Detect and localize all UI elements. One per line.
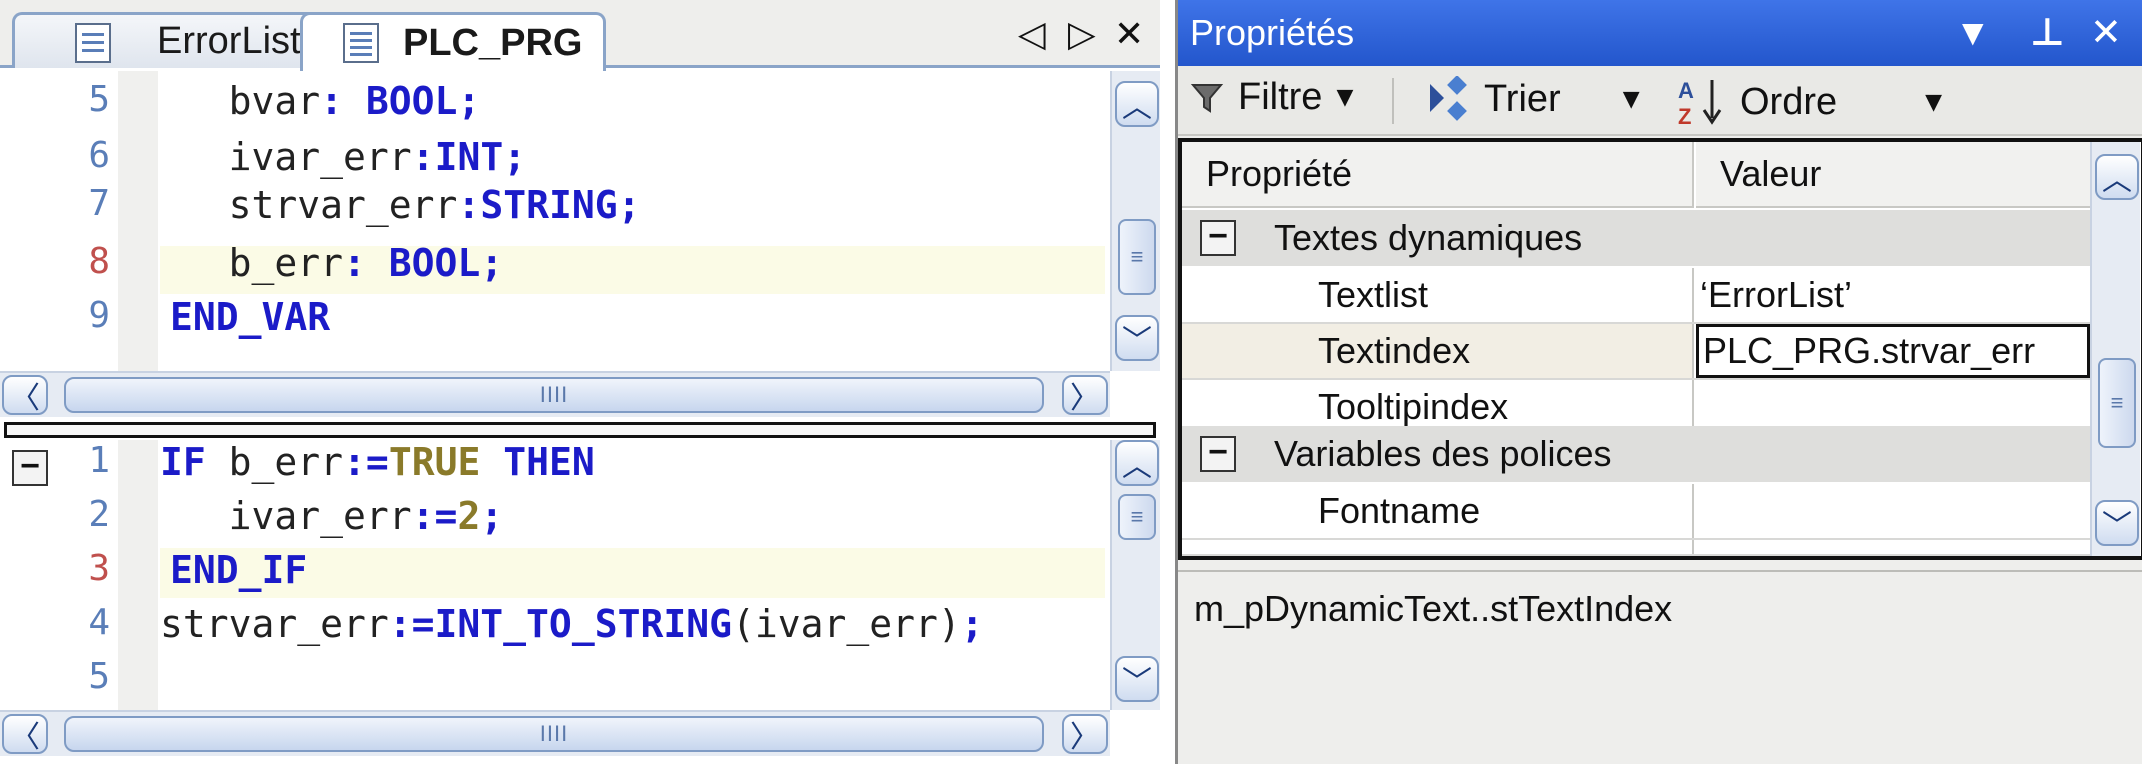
code-line: strvar_err:=INT_TO_STRING(ivar_err); [160,602,984,646]
code-line: b_err: BOOL; [228,241,504,285]
column-header-property[interactable]: Propriété [1182,142,1694,208]
code-line: bvar: BOOL; [228,79,481,123]
horizontal-scrollbar[interactable]: 〈 IIII 〉 [0,371,1110,417]
code-line: ivar_err:=2; [160,494,504,538]
line-number: 5 [88,656,110,697]
filter-icon [1190,83,1224,113]
properties-toolbar: Filtre ▼ Trier ▼ AZ Ordre ▼ [1178,66,2142,136]
property-row[interactable]: Textlist ‘ErrorList’ [1182,268,2090,324]
line-number: 9 [88,295,110,336]
order-button[interactable]: AZ Ordre ▼ [1676,76,1942,128]
sort-alphabetical-icon: AZ [1678,78,1722,128]
property-description: m_pDynamicText..stTextIndex [1194,588,1673,629]
tab-label: PLC_PRG [403,21,583,64]
property-name [1182,540,1694,554]
vertical-scrollbar[interactable]: ︿ ≡ ﹀ [1110,440,1160,710]
scrollbar-thumb[interactable]: ≡ [1118,494,1156,540]
chevron-down-icon: ▼ [1925,89,1943,115]
property-row[interactable]: Textindex PLC_PRG.strvar_err [1182,324,2090,380]
scroll-down-icon[interactable]: ﹀ [1115,656,1159,702]
tab-errorlist[interactable]: ErrorList [12,12,322,68]
svg-text:A: A [1678,78,1694,103]
line-number: 6 [88,135,110,176]
category-row[interactable]: − Textes dynamiques [1182,210,2090,266]
scrollbar-thumb[interactable]: ≡ [2098,358,2136,448]
sort-categorized-icon [1430,76,1467,121]
scrollbar-thumb[interactable]: IIII [64,377,1044,413]
triangle-right-icon[interactable]: ▷ [1068,14,1096,55]
line-number: 2 [88,494,110,535]
close-icon[interactable]: ✕ [2090,10,2122,54]
property-name: Textindex [1182,324,1694,378]
scroll-up-icon[interactable]: ︿ [1115,81,1159,127]
code-line: END_VAR [170,295,331,339]
textlist-icon [75,23,111,63]
line-number: 7 [88,183,110,224]
code-line: strvar_err:STRING; [228,183,641,227]
property-value-input[interactable]: PLC_PRG.strvar_err [1696,324,2090,378]
order-label: Ordre [1740,80,1838,123]
properties-title-bar: Propriétés ▼ ⊥ ✕ [1178,0,2142,66]
property-value[interactable]: ‘ErrorList’ [1696,268,2090,322]
collapse-icon[interactable]: − [1200,435,1236,472]
category-label: Textes dynamiques [1274,217,1583,258]
scroll-up-icon[interactable]: ︿ [1115,440,1159,486]
scrollbar-thumb[interactable]: ≡ [1118,219,1156,295]
property-name: Textlist [1182,268,1694,322]
code-editor-pane: ErrorList PLC_PRG ◁ ▷ ✕ 5 6 7 8 9 bvar: … [0,0,1160,764]
line-number: 1 [88,440,110,481]
scrollbar-thumb[interactable]: IIII [64,716,1044,752]
properties-pane: Propriétés ▼ ⊥ ✕ Filtre ▼ Trier ▼ AZ Ord… [1175,0,2142,764]
category-row[interactable]: − Variables des polices [1182,426,2090,482]
triangle-left-icon[interactable]: ◁ [1018,14,1046,55]
tab-plc-prg[interactable]: PLC_PRG [300,12,606,71]
close-icon[interactable]: ✕ [1114,14,1144,55]
line-number: 4 [88,602,110,643]
vertical-scrollbar[interactable]: ︿ ≡ ﹀ [2090,142,2140,556]
vertical-scrollbar[interactable]: ︿ ≡ ﹀ [1110,71,1160,371]
property-row[interactable]: Fontname [1182,484,2090,540]
editor-tab-bar: ErrorList PLC_PRG ◁ ▷ ✕ [0,0,1160,71]
line-number: 5 [88,79,110,120]
scroll-up-icon[interactable]: ︿ [2095,154,2139,200]
category-label: Variables des polices [1274,433,1612,474]
program-document-icon [343,23,379,63]
tab-label: ErrorList [157,20,301,62]
implementation-editor[interactable]: − 1 2 3 4 5 IF b_err:=TRUE THEN ivar_err… [0,440,1110,710]
chevron-down-icon: ▼ [1336,85,1354,110]
line-number: 8 [88,241,110,282]
declaration-editor[interactable]: 5 6 7 8 9 bvar: BOOL; ivar_err:INT; strv… [0,71,1110,371]
line-number: 3 [88,548,110,589]
property-row [1182,540,2090,556]
svg-text:Z: Z [1678,104,1691,128]
column-header-value[interactable]: Valeur [1696,142,2090,208]
sort-button[interactable]: Trier ▼ [1426,76,1640,122]
code-line: ivar_err:INT; [228,135,527,179]
filter-label: Filtre [1238,76,1323,118]
property-grid: Propriété Valeur − Textes dynamiques Tex… [1178,138,2142,560]
scroll-right-icon[interactable]: 〉 [1062,375,1108,416]
scroll-left-icon[interactable]: 〈 [2,714,48,755]
property-name: Fontname [1182,484,1694,538]
property-description-panel: m_pDynamicText..stTextIndex [1178,570,2142,764]
sort-label: Trier [1484,77,1561,120]
pin-icon[interactable]: ⊥ [2030,10,2065,54]
gutter-margin [118,440,158,710]
collapse-icon[interactable]: − [1200,219,1236,256]
gutter-margin [118,71,158,371]
property-value[interactable] [1696,484,2090,538]
scroll-down-icon[interactable]: ﹀ [2095,500,2139,546]
code-line: END_IF [170,548,308,592]
dropdown-icon[interactable]: ▼ [1962,16,1984,49]
toolbar-separator [1392,78,1394,124]
pane-title: Propriétés [1190,12,1355,53]
chevron-down-icon: ▼ [1622,86,1640,112]
scroll-right-icon[interactable]: 〉 [1062,714,1108,755]
editor-splitter[interactable] [4,422,1156,438]
scroll-down-icon[interactable]: ﹀ [1115,315,1159,361]
filter-button[interactable]: Filtre ▼ [1190,76,1353,119]
horizontal-scrollbar[interactable]: 〈 IIII 〉 [0,710,1110,756]
code-line: IF b_err:=TRUE THEN [160,440,595,484]
scroll-left-icon[interactable]: 〈 [2,375,48,416]
